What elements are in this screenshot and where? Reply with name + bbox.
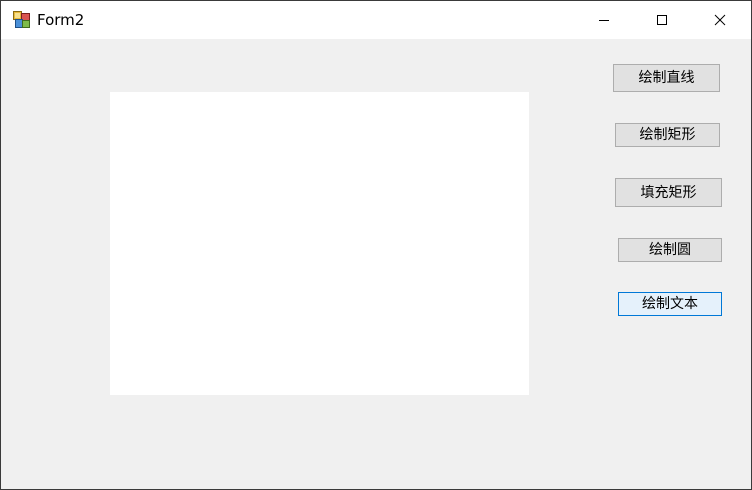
- close-button[interactable]: [691, 1, 749, 39]
- minimize-button[interactable]: [575, 1, 633, 39]
- window-title: Form2: [37, 11, 85, 29]
- drawing-canvas[interactable]: [110, 92, 529, 395]
- draw-line-button[interactable]: 绘制直线: [613, 64, 720, 92]
- draw-rectangle-button[interactable]: 绘制矩形: [615, 123, 720, 147]
- draw-text-button[interactable]: 绘制文本: [618, 292, 722, 316]
- close-icon: [714, 11, 726, 30]
- app-form-icon[interactable]: [13, 11, 30, 28]
- form2-window: Form2 绘制直线 绘制矩形 填充矩形 绘制圆 绘制文本: [0, 0, 752, 490]
- maximize-icon: [656, 11, 668, 30]
- fill-rectangle-button[interactable]: 填充矩形: [615, 178, 722, 207]
- draw-circle-button[interactable]: 绘制圆: [618, 238, 722, 262]
- minimize-icon: [598, 11, 610, 30]
- title-bar[interactable]: Form2: [1, 1, 751, 39]
- maximize-button[interactable]: [633, 1, 691, 39]
